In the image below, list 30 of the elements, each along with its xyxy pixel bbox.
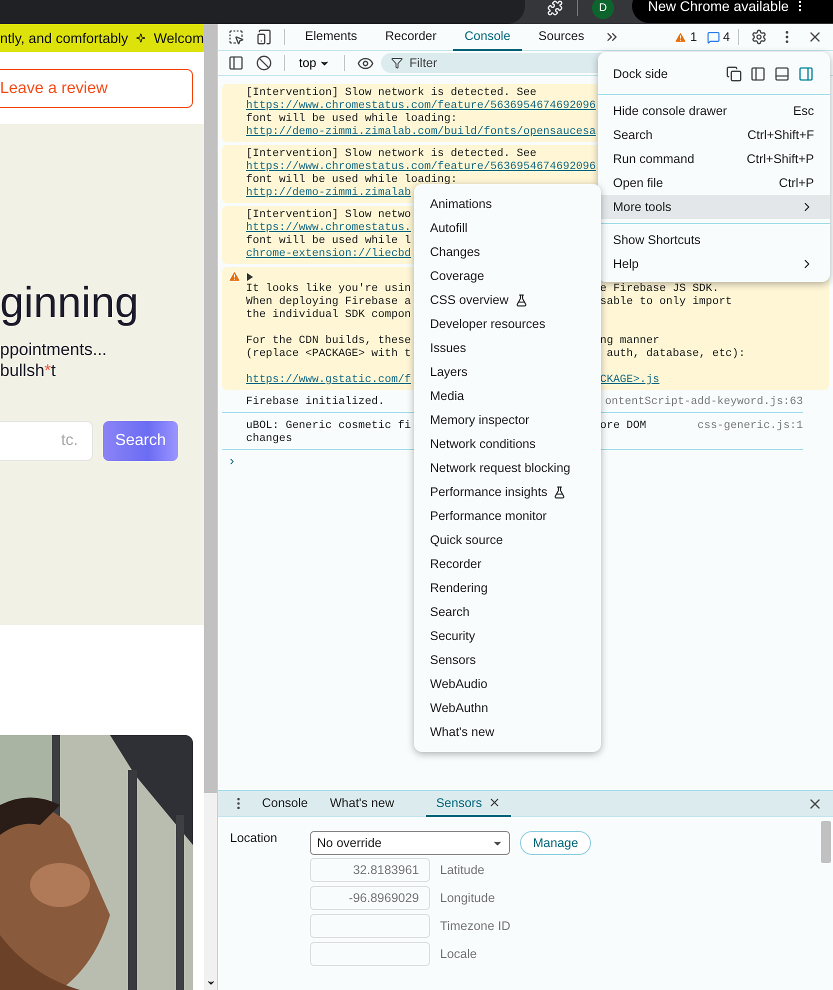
banner-text: ntly, and comfortably (0, 30, 128, 46)
console-text: auth, database, etc): (606, 348, 746, 361)
console-text: the individual SDK compon (246, 309, 412, 322)
hero-heading: ginning (0, 278, 140, 329)
console-text: font will be used while l (246, 235, 412, 248)
console-text: It looks like you're usin (246, 283, 412, 296)
hero-subtitle: bullsh*t (0, 360, 57, 381)
hero-subtitle: ppointments... (0, 339, 108, 360)
console-text: e Firebase JS SDK. (600, 283, 719, 296)
field-label: Longitude (440, 891, 495, 905)
console-text: For the CDN builds, these (246, 335, 412, 348)
console-text: ng manner (600, 335, 660, 348)
field-label: Locale (440, 947, 477, 961)
console-text: ore DOM (600, 420, 646, 433)
console-text: changes (246, 433, 292, 446)
field-label: Latitude (440, 863, 484, 877)
console-text: Firebase initialized. (246, 396, 385, 409)
console-text: [Intervention] Slow network is detected. See (246, 87, 536, 100)
console-text: (replace <PACKAGE> with t (246, 348, 412, 361)
console-text: font will be used while loading: (246, 113, 458, 126)
console-text: uBOL: Generic cosmetic fi (246, 420, 412, 433)
console-text: font will be used while loading: (246, 174, 458, 187)
console-text: sable to only import (600, 296, 732, 309)
field-label: Timezone ID (440, 919, 510, 933)
console-text: [Intervention] Slow netwo (246, 209, 412, 222)
banner-text: Welcom (154, 30, 204, 46)
location-label: Location (230, 831, 278, 847)
console-text: When deploying Firebase a (246, 296, 412, 309)
console-text: [Intervention] Slow network is detected. See (246, 148, 536, 161)
menu-label: Dock side (613, 67, 668, 81)
